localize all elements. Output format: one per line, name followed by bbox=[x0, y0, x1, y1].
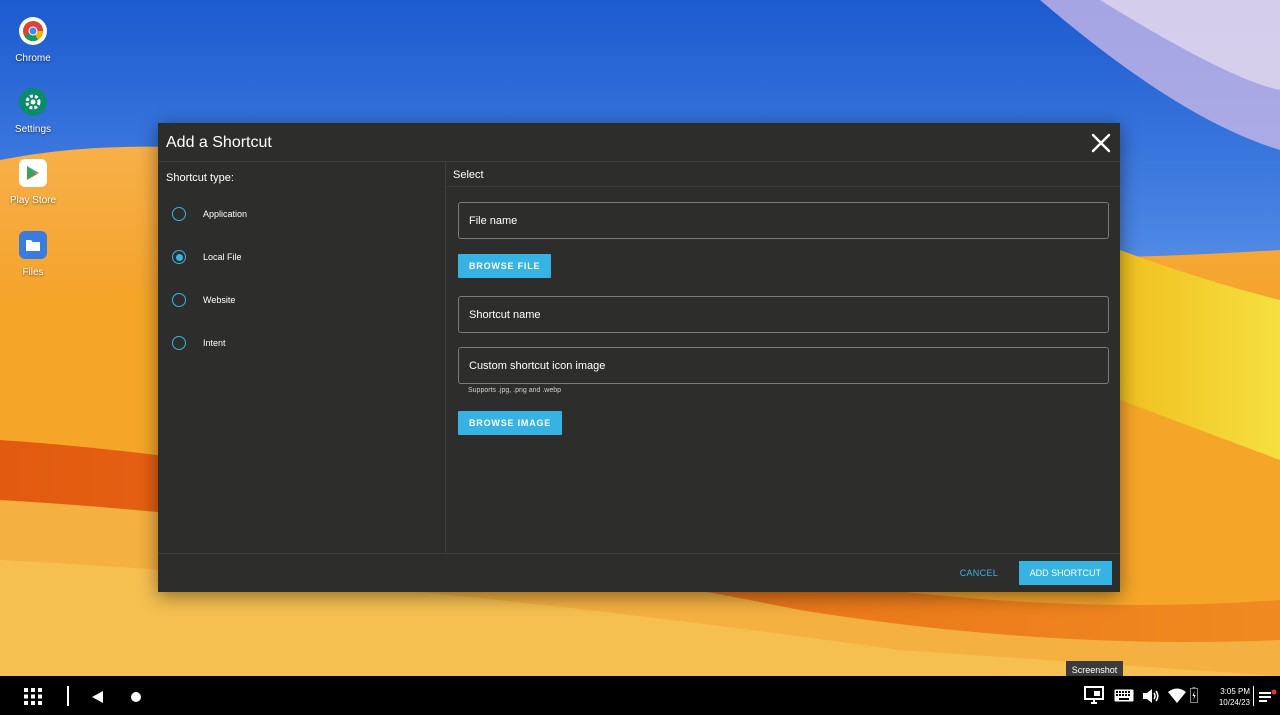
shortcut-type-label: Shortcut type: bbox=[166, 172, 234, 184]
close-icon bbox=[1091, 133, 1111, 153]
play-store-icon bbox=[19, 159, 47, 187]
taskbar-divider bbox=[1253, 686, 1254, 706]
custom-icon-field[interactable]: Custom shortcut icon image bbox=[458, 347, 1109, 384]
add-shortcut-dialog: Add a Shortcut Shortcut type: Applicatio… bbox=[158, 123, 1120, 592]
app-grid-icon bbox=[24, 688, 42, 705]
browse-image-button[interactable]: BROWSE IMAGE bbox=[458, 411, 563, 435]
desktop-icon-files[interactable]: Files bbox=[6, 231, 60, 278]
taskbar-divider bbox=[67, 686, 69, 706]
settings-gear-icon bbox=[19, 88, 47, 116]
home-circle-icon bbox=[131, 692, 141, 702]
radio-button[interactable] bbox=[172, 293, 186, 307]
desktop-icon-label: Chrome bbox=[15, 53, 51, 64]
desktop-icon-play-store[interactable]: Play Store bbox=[6, 159, 60, 206]
notifications-button[interactable] bbox=[1259, 689, 1277, 708]
radio-label: Intent bbox=[203, 338, 226, 348]
radio-button-selected[interactable] bbox=[172, 250, 186, 264]
home-button[interactable] bbox=[130, 690, 142, 708]
notifications-icon bbox=[1259, 689, 1277, 702]
custom-icon-hint: Supports .jpg, .png and .webp bbox=[468, 387, 562, 394]
desktop-icon-settings[interactable]: Settings bbox=[6, 88, 60, 135]
keyboard-icon bbox=[1114, 689, 1134, 702]
files-folder-icon bbox=[19, 231, 47, 259]
volume-button[interactable] bbox=[1142, 688, 1160, 709]
radio-label: Local File bbox=[203, 252, 242, 262]
chrome-icon bbox=[19, 17, 47, 45]
add-shortcut-button[interactable]: ADD SHORTCUT bbox=[1018, 561, 1112, 585]
radio-label: Website bbox=[203, 295, 236, 305]
volume-icon bbox=[1143, 689, 1159, 703]
back-triangle-icon bbox=[92, 691, 103, 703]
app-drawer-button[interactable] bbox=[24, 688, 42, 710]
dialog-footer: CANCEL ADD SHORTCUT bbox=[158, 553, 1120, 592]
clock-time: 3:05 PM bbox=[1220, 687, 1250, 696]
cancel-button[interactable]: CANCEL bbox=[960, 568, 998, 578]
radio-label: Application bbox=[203, 209, 248, 219]
battery-indicator[interactable] bbox=[1190, 687, 1198, 708]
clock-date: 10/24/23 bbox=[1218, 698, 1250, 707]
radio-local-file[interactable]: Local File bbox=[172, 249, 242, 265]
close-button[interactable] bbox=[1090, 132, 1112, 154]
desktop-icon-label: Files bbox=[22, 267, 44, 278]
radio-website[interactable]: Website bbox=[172, 292, 235, 308]
wifi-icon bbox=[1168, 688, 1186, 703]
screenshot-button[interactable] bbox=[1084, 686, 1104, 709]
battery-icon bbox=[1190, 687, 1198, 703]
back-button[interactable] bbox=[92, 690, 104, 708]
desktop-icon-label: Settings bbox=[14, 124, 52, 135]
desktop-icon-chrome[interactable]: Chrome bbox=[6, 17, 60, 64]
radio-intent[interactable]: Intent bbox=[172, 335, 226, 351]
dialog-header: Add a Shortcut bbox=[158, 123, 1120, 162]
screenshot-icon bbox=[1084, 686, 1104, 704]
clock[interactable]: 3:05 PM 10/24/23 bbox=[1204, 686, 1250, 708]
file-name-field[interactable]: File name bbox=[458, 202, 1109, 239]
dialog-title: Add a Shortcut bbox=[166, 134, 272, 151]
browse-file-button[interactable]: BROWSE FILE bbox=[458, 254, 552, 278]
select-header: Select bbox=[447, 162, 1120, 187]
radio-application[interactable]: Application bbox=[172, 206, 247, 222]
shortcut-type-panel: Shortcut type: Application Local File We… bbox=[158, 162, 446, 553]
keyboard-button[interactable] bbox=[1114, 689, 1134, 707]
shortcut-name-field[interactable]: Shortcut name bbox=[458, 296, 1109, 333]
radio-button[interactable] bbox=[172, 336, 186, 350]
radio-button[interactable] bbox=[172, 207, 186, 221]
taskbar: 3:05 PM 10/24/23 bbox=[0, 676, 1280, 715]
wifi-button[interactable] bbox=[1168, 688, 1186, 708]
radio-dot bbox=[175, 253, 183, 261]
select-panel: Select File name BROWSE FILE Shortcut na… bbox=[447, 162, 1120, 553]
desktop-icon-label: Play Store bbox=[9, 195, 57, 206]
